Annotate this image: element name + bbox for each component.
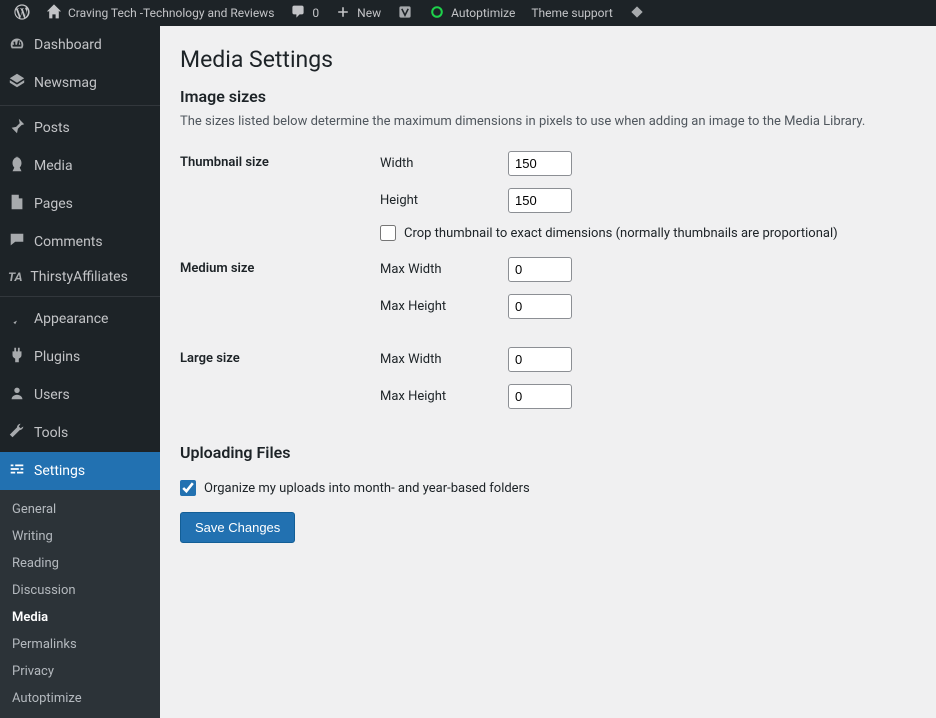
settings-submenu: General Writing Reading Discussion Media… [0, 490, 160, 718]
newsmag-toolbar-button[interactable] [389, 0, 421, 26]
large-size-label: Large size [180, 339, 380, 429]
autoptimize-button[interactable]: Autoptimize [421, 0, 523, 26]
thumbnail-height-label: Height [380, 193, 500, 208]
newsmag-menu-icon [8, 72, 26, 94]
sidebar-item-label: Comments [34, 234, 103, 250]
image-sizes-heading: Image sizes [180, 87, 916, 106]
wrench-icon [8, 422, 26, 444]
sidebar-item-label: Posts [34, 120, 70, 136]
comments-icon [8, 231, 26, 253]
organize-uploads-label: Organize my uploads into month- and year… [204, 481, 530, 496]
submenu-item-media[interactable]: Media [0, 604, 160, 631]
site-home-button[interactable]: Craving Tech -Technology and Reviews [38, 0, 282, 26]
thumbnail-width-label: Width [380, 156, 500, 171]
comments-count: 0 [312, 6, 319, 20]
sidebar-item-label: ThirstyAffiliates [30, 269, 127, 285]
medium-maxwidth-label: Max Width [380, 262, 500, 277]
large-maxheight-input[interactable] [508, 384, 572, 409]
sidebar-item-label: Media [34, 158, 73, 174]
page-icon [8, 193, 26, 215]
medium-maxheight-label: Max Height [380, 299, 500, 314]
sidebar-item-dashboard[interactable]: Dashboard [0, 26, 160, 64]
large-maxwidth-label: Max Width [380, 352, 500, 367]
site-name: Craving Tech -Technology and Reviews [68, 6, 274, 20]
submenu-item-reading[interactable]: Reading [0, 550, 160, 577]
image-sizes-description: The sizes listed below determine the max… [180, 114, 916, 129]
new-label: New [357, 6, 381, 20]
large-maxwidth-input[interactable] [508, 347, 572, 372]
submenu-item-permalinks[interactable]: Permalinks [0, 631, 160, 658]
dashboard-icon [8, 34, 26, 56]
main-content: Media Settings Image sizes The sizes lis… [160, 26, 936, 696]
thirstyaffiliates-icon: TA [8, 270, 22, 284]
sidebar-item-label: Newsmag [34, 75, 97, 91]
sidebar-item-label: Plugins [34, 349, 80, 365]
admin-sidebar: Dashboard Newsmag Posts Media Pages Comm… [0, 26, 160, 696]
wp-logo-button[interactable] [6, 0, 38, 26]
theme-support-button[interactable]: Theme support [523, 0, 620, 26]
submenu-item-discussion[interactable]: Discussion [0, 577, 160, 604]
user-icon [8, 384, 26, 406]
submenu-item-autoptimize[interactable]: Autoptimize [0, 685, 160, 712]
thumbnail-size-label: Thumbnail size [180, 143, 380, 249]
autoptimize-status-icon [429, 4, 445, 23]
medium-maxheight-input[interactable] [508, 294, 572, 319]
plug-icon [8, 346, 26, 368]
sidebar-item-label: Tools [34, 425, 68, 441]
admin-toolbar: Craving Tech -Technology and Reviews 0 N… [0, 0, 936, 26]
new-content-button[interactable]: New [327, 0, 389, 26]
sidebar-item-tools[interactable]: Tools [0, 414, 160, 452]
plus-icon [335, 4, 351, 23]
page-title: Media Settings [180, 46, 916, 73]
sidebar-item-label: Settings [34, 463, 85, 479]
extra-toolbar-button[interactable] [621, 0, 653, 26]
comments-button[interactable]: 0 [282, 0, 327, 26]
sidebar-item-thirstyaffiliates[interactable]: TA ThirstyAffiliates [0, 261, 160, 293]
sliders-icon [8, 460, 26, 482]
submenu-item-general[interactable]: General [0, 496, 160, 523]
crop-thumbnail-label: Crop thumbnail to exact dimensions (norm… [404, 226, 838, 241]
pin-icon [8, 117, 26, 139]
sidebar-item-label: Pages [34, 196, 73, 212]
organize-uploads-checkbox[interactable] [180, 480, 196, 496]
wordpress-icon [14, 4, 30, 23]
autoptimize-label: Autoptimize [451, 6, 515, 20]
sidebar-item-appearance[interactable]: Appearance [0, 300, 160, 338]
sidebar-item-posts[interactable]: Posts [0, 109, 160, 147]
menu-separator [0, 105, 160, 106]
uploading-files-heading: Uploading Files [180, 443, 916, 462]
image-sizes-table: Thumbnail size Width Height Crop thumbna… [180, 143, 916, 429]
sidebar-item-label: Dashboard [34, 37, 102, 53]
menu-separator [0, 296, 160, 297]
thumbnail-width-input[interactable] [508, 151, 572, 176]
sidebar-item-label: Appearance [34, 311, 108, 327]
sidebar-item-label: Users [34, 387, 70, 403]
sidebar-item-plugins[interactable]: Plugins [0, 338, 160, 376]
home-icon [46, 4, 62, 23]
sidebar-item-media[interactable]: Media [0, 147, 160, 185]
media-icon [8, 155, 26, 177]
brush-icon [8, 308, 26, 330]
crop-thumbnail-checkbox[interactable] [380, 225, 396, 241]
sidebar-item-users[interactable]: Users [0, 376, 160, 414]
medium-size-label: Medium size [180, 249, 380, 339]
medium-maxwidth-input[interactable] [508, 257, 572, 282]
large-maxheight-label: Max Height [380, 389, 500, 404]
sidebar-item-newsmag[interactable]: Newsmag [0, 64, 160, 102]
sidebar-item-pages[interactable]: Pages [0, 185, 160, 223]
diamond-icon [629, 4, 645, 23]
thumbnail-height-input[interactable] [508, 188, 572, 213]
sidebar-item-settings[interactable]: Settings [0, 452, 160, 490]
theme-support-label: Theme support [531, 6, 612, 20]
comment-icon [290, 4, 306, 23]
submenu-item-privacy[interactable]: Privacy [0, 658, 160, 685]
sidebar-item-comments[interactable]: Comments [0, 223, 160, 261]
submenu-item-writing[interactable]: Writing [0, 523, 160, 550]
save-changes-button[interactable]: Save Changes [180, 512, 295, 543]
newsmag-icon [397, 4, 413, 23]
